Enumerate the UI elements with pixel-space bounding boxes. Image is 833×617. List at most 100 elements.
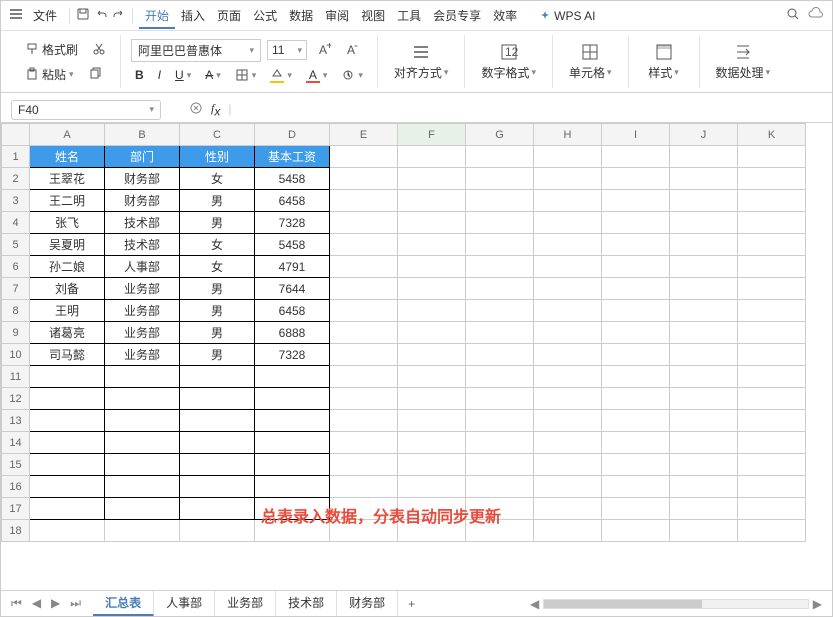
row-header[interactable]: 7 <box>2 278 30 300</box>
cell[interactable]: 6888 <box>255 322 330 344</box>
cell[interactable] <box>738 234 806 256</box>
cell[interactable] <box>398 212 466 234</box>
cell[interactable] <box>738 410 806 432</box>
row-header[interactable]: 11 <box>2 366 30 388</box>
formula-bar[interactable] <box>239 102 824 116</box>
cell[interactable] <box>30 454 105 476</box>
styles-button[interactable]: 样式▾ <box>639 40 689 83</box>
cell[interactable] <box>534 212 602 234</box>
cell[interactable] <box>534 454 602 476</box>
cell[interactable] <box>670 498 738 520</box>
cell[interactable] <box>738 476 806 498</box>
cell[interactable]: 基本工资 <box>255 146 330 168</box>
cell[interactable] <box>466 366 534 388</box>
cell[interactable] <box>602 498 670 520</box>
cell[interactable]: 4791 <box>255 256 330 278</box>
cell[interactable]: 人事部 <box>105 256 180 278</box>
horizontal-scrollbar[interactable]: ◀ ▶ <box>526 598 826 610</box>
cell[interactable] <box>105 410 180 432</box>
cell[interactable]: 诸葛亮 <box>30 322 105 344</box>
cells-button[interactable]: 单元格▾ <box>563 40 618 83</box>
cell[interactable]: 女 <box>180 234 255 256</box>
cell[interactable] <box>738 146 806 168</box>
row-header[interactable]: 4 <box>2 212 30 234</box>
cell[interactable]: 王明 <box>30 300 105 322</box>
cell[interactable] <box>330 432 398 454</box>
align-button[interactable]: 对齐方式▾ <box>388 40 455 83</box>
cell[interactable]: 7328 <box>255 344 330 366</box>
tab-last-icon[interactable]: ⏭ <box>66 594 85 613</box>
column-header[interactable]: F <box>398 124 466 146</box>
cell[interactable]: 5458 <box>255 168 330 190</box>
cell[interactable] <box>330 300 398 322</box>
font-color-icon[interactable]: A▾ <box>302 66 332 85</box>
cell[interactable] <box>255 476 330 498</box>
cell[interactable] <box>670 476 738 498</box>
underline-icon[interactable]: U▾ <box>171 66 195 84</box>
save-icon[interactable] <box>76 7 90 24</box>
cell[interactable] <box>602 344 670 366</box>
cell[interactable] <box>602 432 670 454</box>
cell[interactable] <box>670 432 738 454</box>
cell[interactable] <box>398 476 466 498</box>
cell[interactable] <box>180 498 255 520</box>
row-header[interactable]: 15 <box>2 454 30 476</box>
cell[interactable] <box>330 476 398 498</box>
cell[interactable] <box>602 146 670 168</box>
spreadsheet-grid[interactable]: ABCDEFGHIJK1姓名部门性别基本工资2王翠花财务部女54583王二明财务… <box>1 123 832 590</box>
format-painter-button[interactable]: 格式刷 <box>21 39 82 60</box>
undo-icon[interactable] <box>94 7 108 24</box>
cell[interactable] <box>602 300 670 322</box>
column-header[interactable]: B <box>105 124 180 146</box>
row-header[interactable]: 9 <box>2 322 30 344</box>
cell[interactable] <box>398 190 466 212</box>
cell[interactable] <box>398 366 466 388</box>
fx-icon[interactable]: fx <box>211 101 220 118</box>
cell[interactable] <box>105 388 180 410</box>
cell[interactable]: 司马懿 <box>30 344 105 366</box>
cell[interactable] <box>534 190 602 212</box>
cell[interactable] <box>105 454 180 476</box>
menu-tab[interactable]: 审阅 <box>319 5 355 27</box>
cell[interactable] <box>534 278 602 300</box>
cell[interactable]: 性别 <box>180 146 255 168</box>
cell[interactable] <box>30 476 105 498</box>
cell[interactable] <box>398 410 466 432</box>
cell[interactable] <box>670 366 738 388</box>
column-header[interactable]: A <box>30 124 105 146</box>
cell[interactable] <box>466 190 534 212</box>
font-size-select[interactable]: 11▾ <box>267 40 307 60</box>
menu-tab[interactable]: 视图 <box>355 5 391 27</box>
column-header[interactable]: I <box>602 124 670 146</box>
cell[interactable] <box>398 146 466 168</box>
cell[interactable] <box>398 388 466 410</box>
cell[interactable] <box>30 410 105 432</box>
row-header[interactable]: 1 <box>2 146 30 168</box>
cell[interactable] <box>466 212 534 234</box>
cell[interactable]: 男 <box>180 190 255 212</box>
add-sheet-button[interactable]: + <box>398 594 425 614</box>
cell[interactable] <box>398 344 466 366</box>
row-header[interactable]: 17 <box>2 498 30 520</box>
cell[interactable] <box>602 476 670 498</box>
cell[interactable]: 业务部 <box>105 322 180 344</box>
cell[interactable] <box>738 300 806 322</box>
menu-tab[interactable]: 开始 <box>139 5 175 29</box>
cell[interactable] <box>670 322 738 344</box>
cell[interactable] <box>330 212 398 234</box>
cell[interactable] <box>105 498 180 520</box>
cell[interactable] <box>255 388 330 410</box>
cell[interactable] <box>738 190 806 212</box>
cell[interactable]: 男 <box>180 278 255 300</box>
menu-tab[interactable]: 工具 <box>391 5 427 27</box>
row-header[interactable]: 13 <box>2 410 30 432</box>
cell[interactable]: 业务部 <box>105 300 180 322</box>
bold-icon[interactable]: B <box>131 66 148 84</box>
cell[interactable]: 男 <box>180 322 255 344</box>
cell[interactable] <box>534 432 602 454</box>
cell[interactable]: 姓名 <box>30 146 105 168</box>
cell[interactable] <box>330 366 398 388</box>
cell[interactable] <box>255 366 330 388</box>
cell[interactable] <box>670 146 738 168</box>
column-header[interactable]: E <box>330 124 398 146</box>
